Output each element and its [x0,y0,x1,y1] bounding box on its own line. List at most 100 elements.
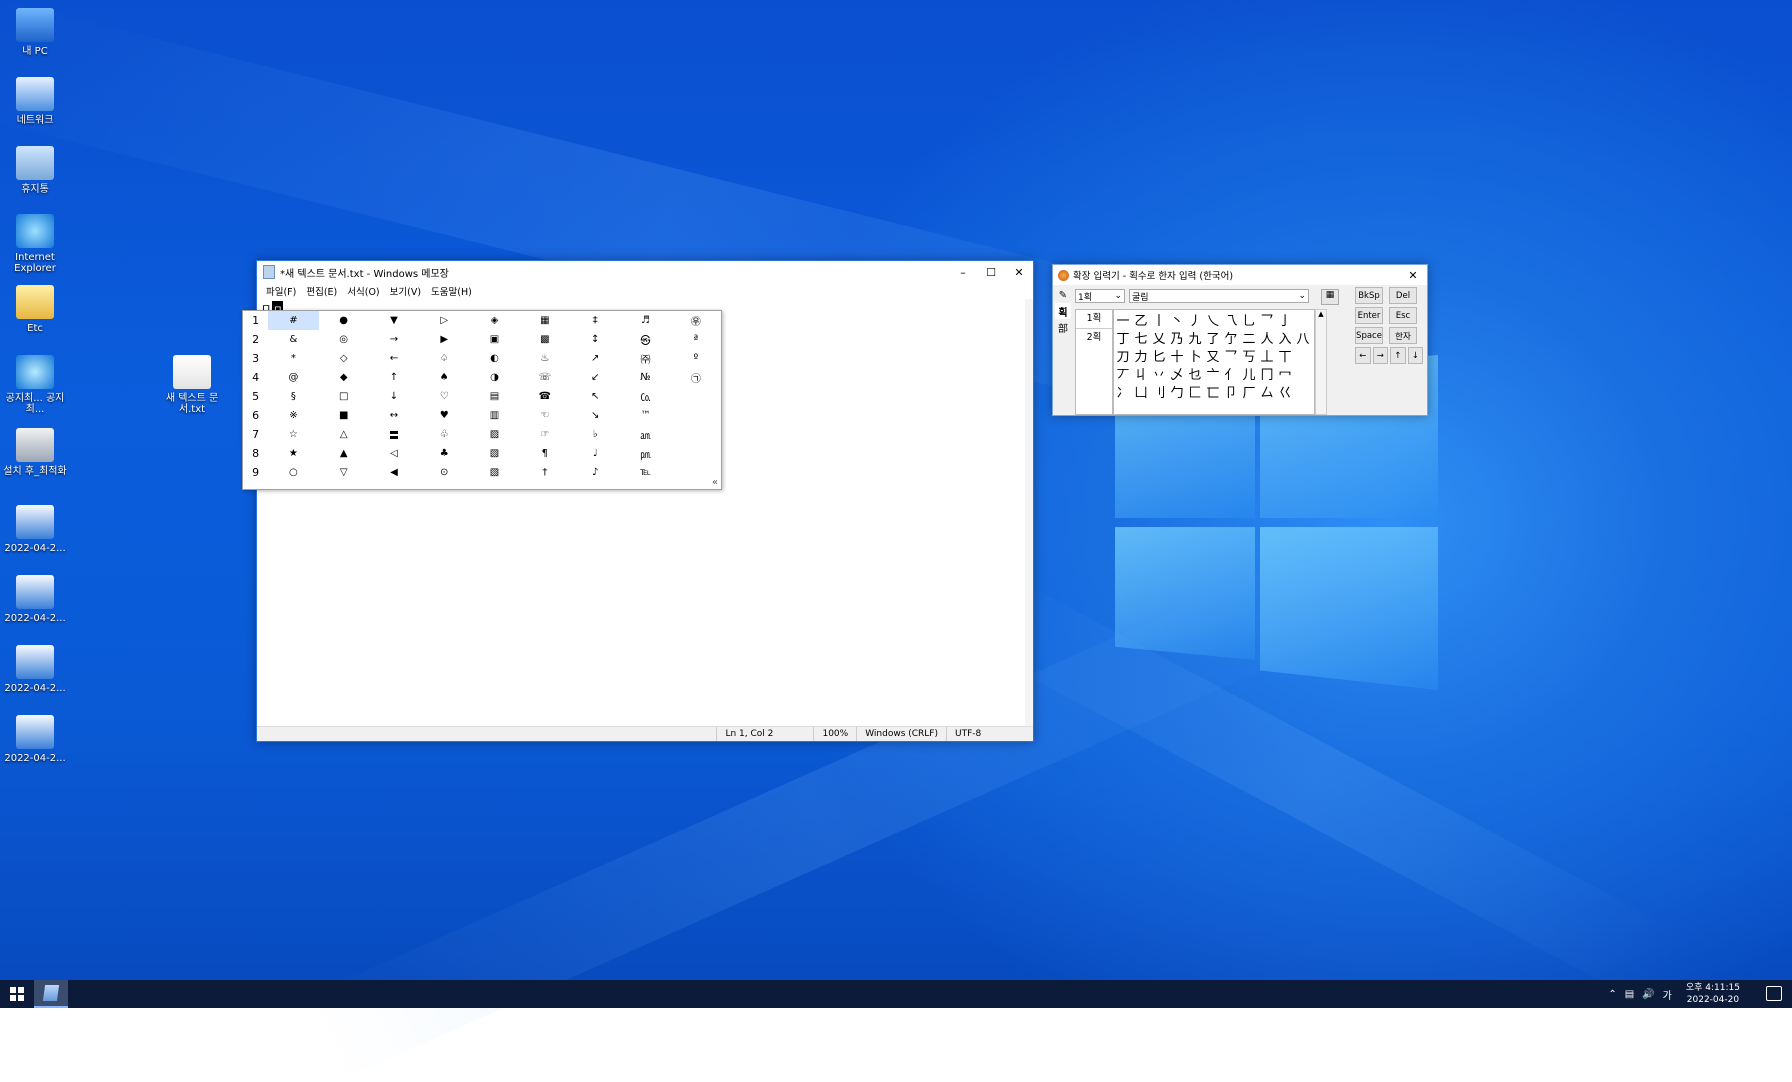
arrow-up-icon[interactable]: ↑ [1390,347,1406,364]
hanja-radical-cell[interactable]: 乜 [1186,364,1204,383]
symbol-cell[interactable]: † [520,463,570,482]
symbol-cell[interactable]: № [620,368,670,387]
symbol-cell[interactable]: ◇ [319,349,369,368]
symbol-row[interactable]: 2 & ◎ → ▶ ▣ ▩ ↕ ㉿ ª [243,330,721,349]
symbol-cell[interactable]: ◑ [469,368,519,387]
symbol-cell[interactable]: ☆ [268,425,318,444]
symbol-cell[interactable]: ▼ [369,311,419,330]
maximize-icon[interactable]: ☐ [977,261,1005,283]
hanja-radical-cell[interactable]: 乛 [1222,346,1240,365]
hanja-radical-cell[interactable]: 八 [1294,328,1312,347]
minimize-icon[interactable]: – [949,261,977,283]
symbol-cell[interactable]: ◁ [369,444,419,463]
symbol-cell[interactable]: ☏ [520,368,570,387]
hanja-radical-cell[interactable] [1294,346,1312,364]
symbol-cell[interactable]: ◀ [369,463,419,482]
desktop-icon[interactable]: 네트워크 [0,77,70,126]
menu-file[interactable]: 파일(F) [261,284,301,298]
symbol-cell[interactable]: △ [319,425,369,444]
hanja-radical-cell[interactable]: 丨 [1150,310,1168,329]
symbol-cell[interactable]: ‡ [570,311,620,330]
hanja-radical-cell[interactable]: 儿 [1240,364,1258,383]
tab-stroke[interactable]: 획 [1055,303,1071,319]
symbol-cell[interactable]: □ [319,387,369,406]
desktop-icon[interactable]: Etc [0,285,70,334]
hanja-radical-cell[interactable]: 卩 [1222,382,1240,401]
symbol-cell[interactable]: → [369,330,419,349]
character-grid[interactable]: 一乙丨丶丿乀乁乚乛亅丁七乂乃九了亇二人入八刀力匕十卜又乛丂丄丅丆丩丷乄乜亠亻儿冂… [1113,309,1315,415]
clock[interactable]: 오후 4:11:15 2022-04-20 [1686,982,1740,1006]
hanja-radical-cell[interactable]: 凵 [1132,382,1150,401]
backspace-button[interactable]: BkSp [1355,287,1383,304]
hanja-radical-cell[interactable]: 巜 [1276,382,1294,401]
hanja-radical-cell[interactable]: 亻 [1222,364,1240,383]
taskbar-notepad-button[interactable] [34,980,68,1008]
hanja-radical-cell[interactable]: 乁 [1222,310,1240,329]
symbol-cell[interactable]: ▣ [469,330,519,349]
symbol-cell[interactable]: ⊙ [419,463,469,482]
symbol-cell[interactable]: & [268,330,318,349]
arrow-right-icon[interactable]: → [1372,347,1388,364]
symbol-row[interactable]: 8 ★ ▲ ◁ ♣ ▧ ¶ ♩ ㏘ [243,444,721,463]
symbol-row[interactable]: 4 @ ◆ ↑ ♠ ◑ ☏ ↙ № ㉠ [243,368,721,387]
symbol-cell[interactable]: ㏂ [620,425,670,444]
hanja-radical-cell[interactable]: 亅 [1276,310,1294,329]
symbol-cell[interactable]: ○ [268,463,318,482]
close-icon[interactable]: ✕ [1005,261,1033,283]
symbol-cell[interactable] [671,425,721,444]
symbol-cell[interactable] [671,406,721,425]
handwriting-pen-icon[interactable]: ✎ [1055,287,1071,303]
desktop-icon[interactable]: 새 텍스트 문서.txt [157,355,227,415]
symbol-row[interactable]: 7 ☆ △ 〓 ♧ ▨ ☞ ♭ ㏂ [243,425,721,444]
volume-icon[interactable]: 🔊 [1642,989,1654,1000]
symbol-row[interactable]: 5 § □ ↓ ♡ ▤ ☎ ↖ ㏇ [243,387,721,406]
hanja-radical-cell[interactable]: 匕 [1150,346,1168,365]
hanja-radical-cell[interactable]: 入 [1276,328,1294,347]
symbol-cell[interactable]: ● [319,311,369,330]
desktop-icon[interactable]: 휴지통 [0,146,70,195]
symbol-cell[interactable]: ♭ [570,425,620,444]
desktop-icon[interactable]: Internet Explorer [0,214,70,274]
stroke-count-select[interactable]: 1획 ⌄ [1075,289,1125,303]
symbol-cell[interactable]: ▽ [319,463,369,482]
hanja-radical-cell[interactable]: 二 [1240,328,1258,347]
arrow-left-icon[interactable]: ← [1355,347,1371,364]
hanja-radical-cell[interactable]: 匸 [1204,382,1222,401]
hanja-radical-cell[interactable]: 乀 [1204,310,1222,329]
symbol-cell[interactable]: ☜ [520,406,570,425]
hanja-radical-cell[interactable]: 亇 [1222,328,1240,347]
symbol-cell[interactable]: ▦ [520,311,570,330]
hanja-radical-cell[interactable]: 冫 [1114,382,1132,401]
tab-radical[interactable]: 部 [1055,319,1071,335]
close-icon[interactable]: ✕ [1399,265,1427,285]
symbol-cell[interactable]: ♤ [419,349,469,368]
symbol-cell[interactable]: ℡ [620,463,670,482]
symbol-cell[interactable]: ♡ [419,387,469,406]
network-tray-icon[interactable]: ▤ [1625,989,1634,1000]
symbol-row[interactable]: 3 * ◇ ← ♤ ◐ ♨ ↗ ㈜ º [243,349,721,368]
symbol-cell[interactable]: º [671,349,721,368]
desktop-icon[interactable]: 내 PC [0,8,70,57]
delete-button[interactable]: Del [1389,287,1417,304]
symbol-cell[interactable]: ↘ [570,406,620,425]
hanja-radical-cell[interactable]: 十 [1168,346,1186,365]
hanja-radical-cell[interactable] [1294,310,1312,328]
symbol-cell[interactable]: ▨ [469,425,519,444]
symbol-cell[interactable]: ※ [268,406,318,425]
hanja-radical-cell[interactable]: 丷 [1150,364,1168,383]
symbol-cell[interactable]: ← [369,349,419,368]
symbol-row[interactable]: 1 # ● ▼ ▷ ◈ ▦ ‡ ♬ ㉾ [243,311,721,330]
symbol-cell[interactable]: ¶ [520,444,570,463]
symbol-cell[interactable]: ㉠ [671,368,721,387]
symbol-cell[interactable]: ↖ [570,387,620,406]
symbol-cell[interactable]: ♪ [570,463,620,482]
symbol-cell[interactable]: ♨ [520,349,570,368]
enter-button[interactable]: Enter [1355,307,1383,324]
symbol-cell[interactable]: ♣ [419,444,469,463]
symbol-cell[interactable]: ↔ [369,406,419,425]
symbol-cell[interactable]: ▩ [520,330,570,349]
hanja-radical-cell[interactable]: 刀 [1114,346,1132,365]
symbol-row[interactable]: 9 ○ ▽ ◀ ⊙ ▧ † ♪ ℡ [243,463,721,482]
notepad-titlebar[interactable]: *새 텍스트 문서.txt - Windows 메모장 – ☐ ✕ [257,261,1033,283]
symbol-cell[interactable]: ↗ [570,349,620,368]
